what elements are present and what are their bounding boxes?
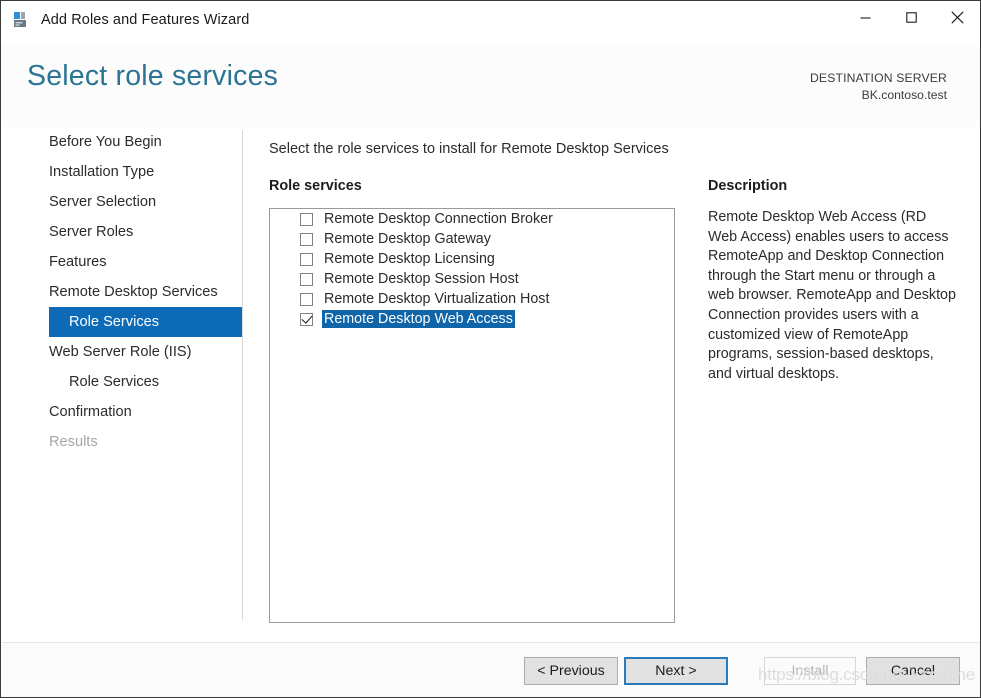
role-services-heading: Role services: [269, 178, 362, 194]
role-service-row-licensing[interactable]: Remote Desktop Licensing: [270, 249, 674, 269]
sidebar-item-label: Results: [49, 434, 98, 450]
sidebar-item-label: Server Roles: [49, 224, 134, 240]
wizard-body: Before You Begin Installation Type Serve…: [2, 127, 980, 642]
sidebar-item-label: Installation Type: [49, 164, 155, 180]
sidebar-item-rds-role-services[interactable]: Role Services: [49, 307, 242, 337]
role-service-label: Remote Desktop Gateway: [324, 231, 491, 247]
previous-button[interactable]: < Previous: [524, 657, 618, 685]
role-service-row-web-access[interactable]: Remote Desktop Web Access: [270, 309, 674, 329]
sidebar-item-confirmation[interactable]: Confirmation: [2, 397, 242, 427]
install-button: Install: [764, 657, 856, 685]
add-roles-wizard-window: Add Roles and Features Wizard Select rol…: [0, 0, 981, 698]
destination-server: DESTINATION SERVER BK.contoso.test: [810, 70, 947, 104]
checkbox-checked-icon[interactable]: [300, 312, 313, 326]
role-services-listbox[interactable]: Remote Desktop Connection Broker Remote …: [269, 208, 675, 623]
minimize-button[interactable]: [842, 1, 888, 34]
role-service-label: Remote Desktop Connection Broker: [324, 211, 553, 227]
checkbox-unchecked-icon[interactable]: [300, 252, 313, 266]
checkbox-unchecked-icon[interactable]: [300, 212, 313, 226]
sidebar-item-label: Confirmation: [49, 404, 132, 420]
sidebar-item-iis-role-services[interactable]: Role Services: [2, 367, 242, 397]
sidebar-item-installation-type[interactable]: Installation Type: [2, 157, 242, 187]
maximize-button[interactable]: [888, 1, 934, 34]
window-title: Add Roles and Features Wizard: [41, 12, 250, 28]
role-service-label: Remote Desktop Session Host: [324, 271, 519, 287]
title-bar-left: Add Roles and Features Wizard: [1, 1, 249, 39]
role-service-label: Remote Desktop Licensing: [324, 251, 495, 267]
window-controls: [842, 1, 980, 34]
destination-server-label: DESTINATION SERVER: [809, 71, 947, 85]
description-heading: Description: [708, 178, 788, 194]
main-content: Select the role services to install for …: [243, 127, 980, 642]
role-service-row-gateway[interactable]: Remote Desktop Gateway: [270, 229, 674, 249]
role-service-label: Remote Desktop Virtualization Host: [324, 291, 550, 307]
title-bar: Add Roles and Features Wizard: [1, 1, 980, 44]
page-title: Select role services: [27, 60, 279, 92]
wizard-footer: < Previous Next > Install Cancel: [2, 642, 980, 697]
sidebar-item-before-you-begin[interactable]: Before You Begin: [2, 127, 242, 157]
sidebar-item-server-roles[interactable]: Server Roles: [2, 217, 242, 247]
sidebar-item-label: Server Selection: [49, 194, 157, 210]
role-service-label: Remote Desktop Web Access: [322, 310, 515, 328]
sidebar-item-label: Features: [49, 254, 107, 270]
page-header: Select role services DESTINATION SERVER …: [2, 44, 980, 127]
checkbox-unchecked-icon[interactable]: [300, 292, 313, 306]
sidebar-item-remote-desktop-services[interactable]: Remote Desktop Services: [2, 277, 242, 307]
checkbox-unchecked-icon[interactable]: [300, 232, 313, 246]
sidebar-item-label: Role Services: [69, 314, 160, 330]
sidebar-item-label: Web Server Role (IIS): [49, 344, 192, 360]
sidebar-item-label: Remote Desktop Services: [49, 284, 218, 300]
role-service-row-connection-broker[interactable]: Remote Desktop Connection Broker: [270, 209, 674, 229]
sidebar-item-web-server-role-iis[interactable]: Web Server Role (IIS): [2, 337, 242, 367]
role-service-row-session-host[interactable]: Remote Desktop Session Host: [270, 269, 674, 289]
sidebar-item-label: Before You Begin: [49, 134, 162, 150]
wizard-steps-sidebar: Before You Begin Installation Type Serve…: [2, 127, 242, 642]
role-service-row-virtualization-host[interactable]: Remote Desktop Virtualization Host: [270, 289, 674, 309]
server-roles-icon: [12, 10, 32, 30]
cancel-button[interactable]: Cancel: [866, 657, 960, 685]
checkbox-unchecked-icon[interactable]: [300, 272, 313, 286]
close-button[interactable]: [934, 1, 980, 34]
sidebar-item-label: Role Services: [69, 374, 160, 390]
sidebar-item-results: Results: [2, 427, 242, 457]
next-button[interactable]: Next >: [624, 657, 728, 685]
instruction-text: Select the role services to install for …: [269, 141, 669, 157]
description-panel: Remote Desktop Web Access (RD Web Access…: [708, 208, 956, 384]
sidebar-item-features[interactable]: Features: [2, 247, 242, 277]
description-text: Remote Desktop Web Access (RD Web Access…: [708, 209, 960, 382]
destination-server-value: BK.contoso.test: [861, 88, 947, 102]
sidebar-item-server-selection[interactable]: Server Selection: [2, 187, 242, 217]
